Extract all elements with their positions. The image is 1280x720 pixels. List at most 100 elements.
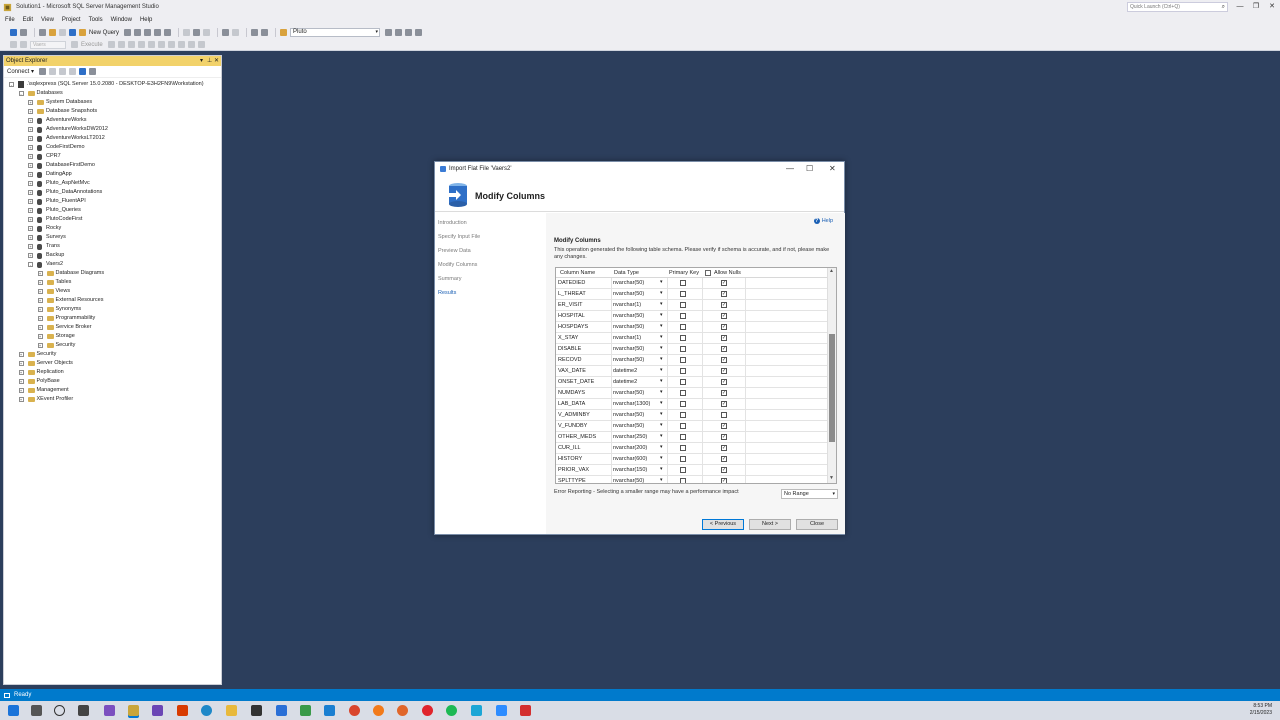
close-icon[interactable]: ✕ [214,56,219,66]
column-name-field[interactable]: DATEDIED [558,280,585,286]
nav-preview-data[interactable]: Preview Data [438,248,471,254]
primary-key-checkbox[interactable] [680,291,686,297]
primary-key-checkbox[interactable] [680,434,686,440]
nav-modify-columns[interactable]: Modify Columns [438,262,477,268]
outdent-icon[interactable] [197,41,205,48]
indent-icon[interactable] [187,41,195,48]
data-type-select[interactable]: datetime2 [613,379,662,385]
app-icon[interactable] [300,705,311,716]
edge-icon[interactable] [201,705,212,716]
expand-icon[interactable]: + [28,109,33,114]
tree-node[interactable]: + Views [4,287,221,296]
column-name-field[interactable]: V_ADMINBY [558,412,590,418]
tree-node[interactable]: + AdventureWorksDW2012 [4,125,221,134]
app-icon[interactable] [276,705,287,716]
column-name-field[interactable]: CUR_ILL [558,445,581,451]
tree-node[interactable]: + Database Snapshots [4,107,221,116]
collapse-icon[interactable]: - [18,91,24,96]
primary-key-checkbox[interactable] [680,357,686,363]
github-icon[interactable] [251,705,262,716]
execute-icon[interactable] [71,41,78,48]
expand-icon[interactable]: + [28,136,33,141]
menu-edit[interactable]: Edit [23,17,33,23]
primary-key-checkbox[interactable] [680,302,686,308]
data-type-select[interactable]: nvarchar(50) [613,291,662,297]
column-name-field[interactable]: DISABLE [558,346,581,352]
tree-node[interactable]: + Security [4,341,221,350]
expand-icon[interactable]: + [28,199,33,204]
chrome-icon[interactable] [349,705,360,716]
primary-key-checkbox[interactable] [680,412,686,418]
chevron-down-icon[interactable]: ▾ [660,433,663,439]
tree-node[interactable]: + PlutoCodeFirst [4,215,221,224]
query-icon[interactable] [164,29,172,36]
chevron-down-icon[interactable]: ▾ [660,301,663,307]
primary-key-checkbox[interactable] [680,467,686,473]
tree-node[interactable]: + DatingApp [4,170,221,179]
chevron-down-icon[interactable]: ▾ [660,389,663,395]
close-window-button[interactable]: ✕ [1264,0,1280,14]
connect-icon[interactable] [39,68,47,75]
pin-icon[interactable]: ⊥ [207,56,212,66]
data-type-select[interactable]: nvarchar(50) [613,412,662,418]
tree-node[interactable]: + Storage [4,332,221,341]
tree-node[interactable]: + Pluto_Queries [4,206,221,215]
vscode-icon[interactable] [324,705,335,716]
expand-icon[interactable]: + [18,370,24,375]
zoom-icon[interactable] [496,705,507,716]
chevron-down-icon[interactable]: ▾ [660,411,663,417]
collapse-icon[interactable]: - [9,82,14,87]
allow-nulls-checkbox[interactable]: ✓ [721,390,727,396]
data-type-select[interactable]: nvarchar(50) [613,357,662,363]
expand-icon[interactable]: + [28,253,33,258]
primary-key-checkbox[interactable] [680,379,686,385]
nav-summary[interactable]: Summary [438,276,462,282]
expand-icon[interactable]: + [37,334,43,339]
chevron-down-icon[interactable]: ▾ [660,290,663,296]
allow-nulls-checkbox[interactable]: ✓ [721,324,727,330]
tree-node[interactable]: + Pluto_DataAnnotations [4,188,221,197]
chevron-down-icon[interactable]: ▾ [660,345,663,351]
expand-icon[interactable]: + [28,190,33,195]
query-icon[interactable] [144,29,152,36]
comment-icon[interactable] [167,41,175,48]
allow-nulls-checkbox[interactable] [721,412,727,418]
help-link[interactable]: ? Help [813,218,833,224]
tree-node[interactable]: + PolyBase [4,377,221,386]
data-type-select[interactable]: nvarchar(50) [613,423,662,429]
query-icon[interactable] [154,29,162,36]
tree-node[interactable]: + Trans [4,242,221,251]
task-view-icon[interactable] [78,705,89,716]
search-icon[interactable] [31,705,42,716]
data-type-select[interactable]: nvarchar(250) [613,434,662,440]
expand-icon[interactable]: + [28,154,33,159]
tree-node[interactable]: + Database Diagrams [4,269,221,278]
nav-introduction[interactable]: Introduction [438,220,467,226]
allow-nulls-checkbox[interactable]: ✓ [721,467,727,473]
visual-studio-icon[interactable] [104,705,115,716]
parse-icon[interactable] [117,41,125,48]
expand-icon[interactable]: + [37,271,43,276]
opera-icon[interactable] [422,705,433,716]
data-type-select[interactable]: datetime2 [613,368,662,374]
column-name-field[interactable]: L_THREAT [558,291,586,297]
close-button[interactable]: Close [796,519,838,530]
start-button-icon[interactable] [8,705,19,716]
minimize-button[interactable]: — [1232,0,1248,14]
data-type-select[interactable]: nvarchar(200) [613,445,662,451]
grid-scrollbar[interactable]: ▲ ▼ [827,268,836,483]
chevron-down-icon[interactable]: ▾ [660,279,663,285]
next-button[interactable]: Next > [749,519,791,530]
disconnect-icon[interactable] [20,41,27,48]
column-name-field[interactable]: HISTORY [558,456,582,462]
chevron-down-icon[interactable]: ▾ [660,312,663,318]
primary-key-checkbox[interactable] [680,456,686,462]
query-icon[interactable] [124,29,132,36]
tree-node[interactable]: + Tables [4,278,221,287]
copy-icon[interactable] [193,29,201,36]
tree-node[interactable]: - Databases [4,89,221,98]
chevron-down-icon[interactable]: ▾ [660,444,663,450]
back-icon[interactable] [10,29,17,36]
data-type-select[interactable]: nvarchar(50) [613,324,662,330]
allow-nulls-checkbox[interactable]: ✓ [721,291,727,297]
